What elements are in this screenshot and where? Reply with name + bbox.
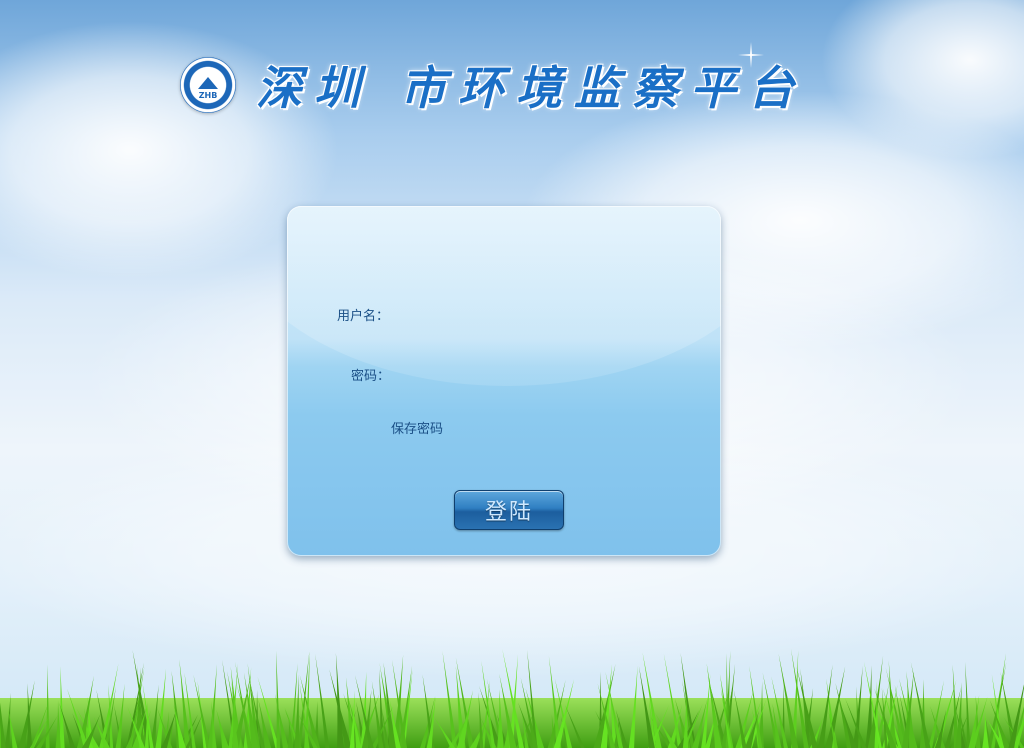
- sparkle-icon: [738, 42, 764, 68]
- login-button[interactable]: 登陆: [454, 490, 564, 530]
- environmental-protection-logo-icon: ZHB: [180, 57, 236, 113]
- logo-text: ZHB: [198, 91, 218, 100]
- login-panel: 用户名： 密码： 保存密码 登陆: [287, 206, 721, 556]
- site-title: 深圳 市环境监察平台: [256, 61, 807, 115]
- username-input[interactable]: [397, 302, 645, 324]
- mountain-icon: [198, 77, 218, 89]
- remember-password-toggle[interactable]: 保存密码: [391, 418, 443, 437]
- login-page: ZHB 深圳 市环境监察平台 用户名： 密码： 保存密码 登陆: [0, 0, 1024, 748]
- username-label: 用户名：: [337, 309, 390, 324]
- panel-gloss: [287, 206, 721, 386]
- password-input[interactable]: [397, 362, 645, 384]
- site-header: ZHB 深圳 市环境监察平台: [180, 50, 806, 120]
- password-label: 密码：: [351, 369, 391, 384]
- grass-decoration: [0, 648, 1024, 748]
